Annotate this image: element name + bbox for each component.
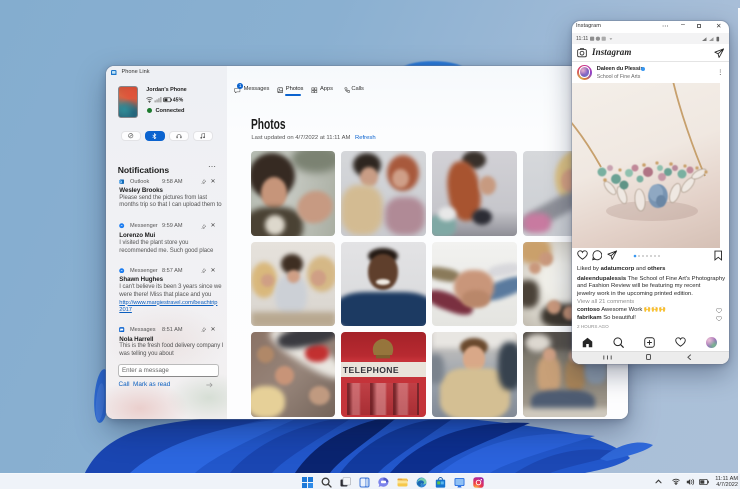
svg-text:45%: 45% xyxy=(172,98,183,103)
